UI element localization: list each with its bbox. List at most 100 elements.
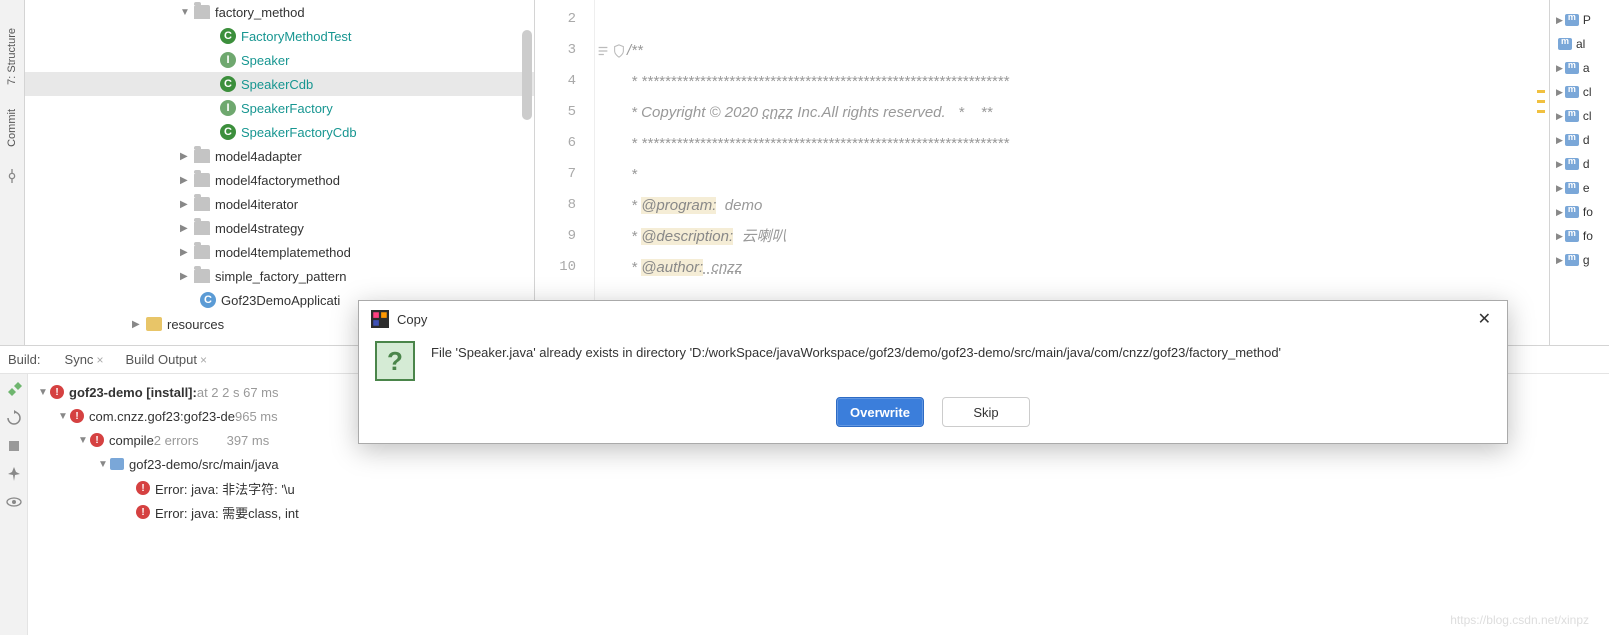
code-line: * @program: demo bbox=[627, 190, 1549, 221]
left-tool-window-bar: 7: Structure Commit bbox=[0, 0, 25, 345]
project-scrollbar[interactable] bbox=[520, 0, 534, 345]
right-panel-item[interactable]: ▶g bbox=[1550, 248, 1609, 272]
code-line: * @author: cnzz bbox=[627, 252, 1549, 283]
module-icon bbox=[1565, 182, 1579, 194]
folder-icon bbox=[194, 173, 210, 187]
tree-folder-model4adapter[interactable]: ▶ model4adapter bbox=[25, 144, 534, 168]
interface-icon: I bbox=[220, 100, 236, 116]
chevron-down-icon[interactable]: ▼ bbox=[36, 387, 50, 398]
shield-icon bbox=[612, 44, 626, 58]
tree-folder-factory-method[interactable]: ▼ factory_method bbox=[25, 0, 534, 24]
chevron-right-icon[interactable]: ▶ bbox=[180, 151, 192, 162]
module-icon bbox=[1565, 158, 1579, 170]
right-panel-item[interactable]: ▶fo bbox=[1550, 200, 1609, 224]
chevron-down-icon[interactable]: ▼ bbox=[76, 435, 90, 446]
editor-marker-strip[interactable] bbox=[1535, 0, 1549, 345]
skip-button[interactable]: Skip bbox=[942, 397, 1030, 427]
folder-icon bbox=[194, 221, 210, 235]
build-text: com.cnzz.gof23:gof23-de bbox=[89, 409, 235, 424]
chevron-right-icon[interactable]: ▶ bbox=[180, 223, 192, 234]
right-panel-item[interactable]: ▶e bbox=[1550, 176, 1609, 200]
code-line: * bbox=[627, 159, 1549, 190]
module-icon bbox=[1565, 134, 1579, 146]
module-icon bbox=[1565, 86, 1579, 98]
right-panel-item[interactable]: ▶fo bbox=[1550, 224, 1609, 248]
code-line bbox=[627, 4, 1549, 35]
line-number: 4 bbox=[535, 66, 594, 97]
tree-folder-simple-factory-pattern[interactable]: ▶ simple_factory_pattern bbox=[25, 264, 534, 288]
folder-icon bbox=[194, 5, 210, 19]
module-icon bbox=[1565, 62, 1579, 74]
close-icon[interactable]: ✕ bbox=[1474, 305, 1495, 333]
tree-label: model4strategy bbox=[215, 221, 304, 236]
chevron-down-icon[interactable]: ▼ bbox=[180, 7, 192, 18]
project-tree[interactable]: ▼ factory_method C FactoryMethodTest I S… bbox=[25, 0, 535, 345]
chevron-down-icon[interactable]: ▼ bbox=[96, 459, 110, 470]
chevron-right-icon[interactable]: ▶ bbox=[180, 247, 192, 258]
right-panel-item[interactable]: ▶cl bbox=[1550, 104, 1609, 128]
tree-interface-speakerfactory[interactable]: I SpeakerFactory bbox=[25, 96, 534, 120]
dialog-titlebar[interactable]: Copy ✕ bbox=[359, 301, 1507, 337]
tab-sync[interactable]: Sync× bbox=[59, 349, 110, 370]
line-number: 10 bbox=[535, 252, 594, 283]
build-text: gof23-demo [install]: bbox=[69, 385, 197, 400]
module-icon bbox=[110, 458, 124, 470]
chevron-right-icon[interactable]: ▶ bbox=[132, 319, 144, 330]
close-icon[interactable]: × bbox=[200, 353, 207, 367]
chevron-right-icon[interactable]: ▶ bbox=[180, 199, 192, 210]
code-area[interactable]: /** * **********************************… bbox=[627, 0, 1549, 345]
tree-folder-model4iterator[interactable]: ▶ model4iterator bbox=[25, 192, 534, 216]
chevron-right-icon[interactable]: ▶ bbox=[180, 271, 192, 282]
pin-icon[interactable] bbox=[6, 466, 22, 482]
folder-icon bbox=[194, 269, 210, 283]
commit-tab[interactable]: Commit bbox=[4, 101, 20, 155]
module-icon bbox=[1565, 254, 1579, 266]
line-number: 3 bbox=[535, 35, 594, 66]
refresh-icon[interactable] bbox=[6, 410, 22, 426]
chevron-right-icon[interactable]: ▶ bbox=[180, 175, 192, 186]
resources-icon bbox=[146, 317, 162, 331]
overwrite-button[interactable]: Overwrite bbox=[836, 397, 924, 427]
build-time: 965 ms bbox=[235, 409, 278, 424]
tab-build-output[interactable]: Build Output× bbox=[119, 349, 213, 370]
right-panel-item[interactable]: al bbox=[1550, 32, 1609, 56]
right-panel-item[interactable]: ▶a bbox=[1550, 56, 1609, 80]
line-number: 5 bbox=[535, 97, 594, 128]
right-panel-item[interactable]: ▶d bbox=[1550, 152, 1609, 176]
build-row-error[interactable]: ! Error: java: 非法字符: '\u bbox=[28, 476, 1609, 500]
module-icon bbox=[1558, 38, 1572, 50]
hammer-icon[interactable] bbox=[6, 382, 22, 398]
line-number: 2 bbox=[535, 4, 594, 35]
chevron-down-icon[interactable]: ▼ bbox=[56, 411, 70, 422]
tree-class-speakerfactorycdb[interactable]: C SpeakerFactoryCdb bbox=[25, 120, 534, 144]
build-text: Error: java: 需要class, int bbox=[155, 503, 299, 522]
code-line: * Copyright © 2020 cnzz Inc.All rights r… bbox=[627, 97, 1549, 128]
right-panel-item[interactable]: ▶d bbox=[1550, 128, 1609, 152]
tree-folder-model4templatemethod[interactable]: ▶ model4templatemethod bbox=[25, 240, 534, 264]
build-text: gof23-demo/src/main/java bbox=[129, 457, 279, 472]
tree-class-factorymethodtest[interactable]: C FactoryMethodTest bbox=[25, 24, 534, 48]
right-file-panel[interactable]: ▶P al ▶a ▶cl ▶cl ▶d ▶d ▶e ▶fo ▶fo ▶g bbox=[1549, 0, 1609, 345]
build-row-error[interactable]: ! Error: java: 需要class, int bbox=[28, 500, 1609, 524]
build-row-source[interactable]: ▼ gof23-demo/src/main/java bbox=[28, 452, 1609, 476]
tree-folder-model4strategy[interactable]: ▶ model4strategy bbox=[25, 216, 534, 240]
code-editor[interactable]: 2 3 4 5 6 7 8 9 10 /** * ***************… bbox=[535, 0, 1549, 345]
right-panel-item[interactable]: ▶P bbox=[1550, 8, 1609, 32]
gutter-icons bbox=[595, 0, 627, 345]
structure-tab[interactable]: 7: Structure bbox=[4, 20, 20, 93]
interface-icon: I bbox=[220, 52, 236, 68]
dialog-message: File 'Speaker.java' already exists in di… bbox=[431, 341, 1281, 381]
tree-folder-model4factorymethod[interactable]: ▶ model4factorymethod bbox=[25, 168, 534, 192]
tree-interface-speaker[interactable]: I Speaker bbox=[25, 48, 534, 72]
build-time: 397 ms bbox=[227, 433, 270, 448]
paragraph-icon bbox=[596, 44, 610, 58]
tree-class-speakercdb[interactable]: C SpeakerCdb bbox=[25, 72, 534, 96]
eye-icon[interactable] bbox=[6, 494, 22, 510]
build-time: at 2 2 s 67 ms bbox=[197, 385, 279, 400]
editor-gutter: 2 3 4 5 6 7 8 9 10 bbox=[535, 0, 595, 345]
tree-label: SpeakerFactory bbox=[241, 101, 333, 116]
tree-label: resources bbox=[167, 317, 224, 332]
close-icon[interactable]: × bbox=[96, 353, 103, 367]
stop-icon[interactable] bbox=[6, 438, 22, 454]
right-panel-item[interactable]: ▶cl bbox=[1550, 80, 1609, 104]
